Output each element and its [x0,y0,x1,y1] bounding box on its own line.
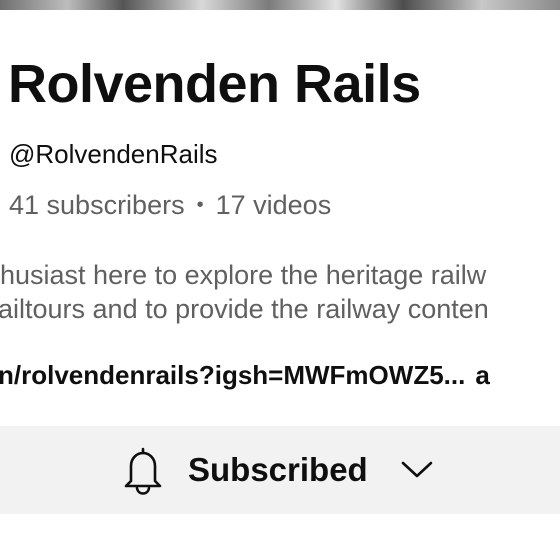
chevron-down-icon[interactable] [400,458,434,480]
description-line: ailtours and to provide the railway cont… [0,294,489,324]
stats-separator: • [196,194,204,216]
more-links[interactable]: a [475,360,489,390]
channel-page: Rolvenden Rails @RolvendenRails 41 subsc… [0,0,560,560]
channel-title: Rolvenden Rails [8,54,421,114]
description-line: husiast here to explore the heritage rai… [0,260,487,290]
channel-stats: 41 subscribers • 17 videos [9,189,331,221]
channel-banner [0,0,560,10]
subscribed-label: Subscribed [188,451,368,488]
channel-description[interactable]: husiast here to explore the heritage rai… [0,258,560,326]
video-count: 17 videos [215,190,332,220]
channel-link[interactable]: n/rolvendenrails?igsh=MWFmOWZ5... [0,360,465,390]
channel-handle: @RolvendenRails [9,139,218,169]
channel-links: n/rolvendenrails?igsh=MWFmOWZ5... a [0,359,490,391]
bell-icon[interactable] [122,445,164,495]
subscriber-count: 41 subscribers [9,190,185,220]
